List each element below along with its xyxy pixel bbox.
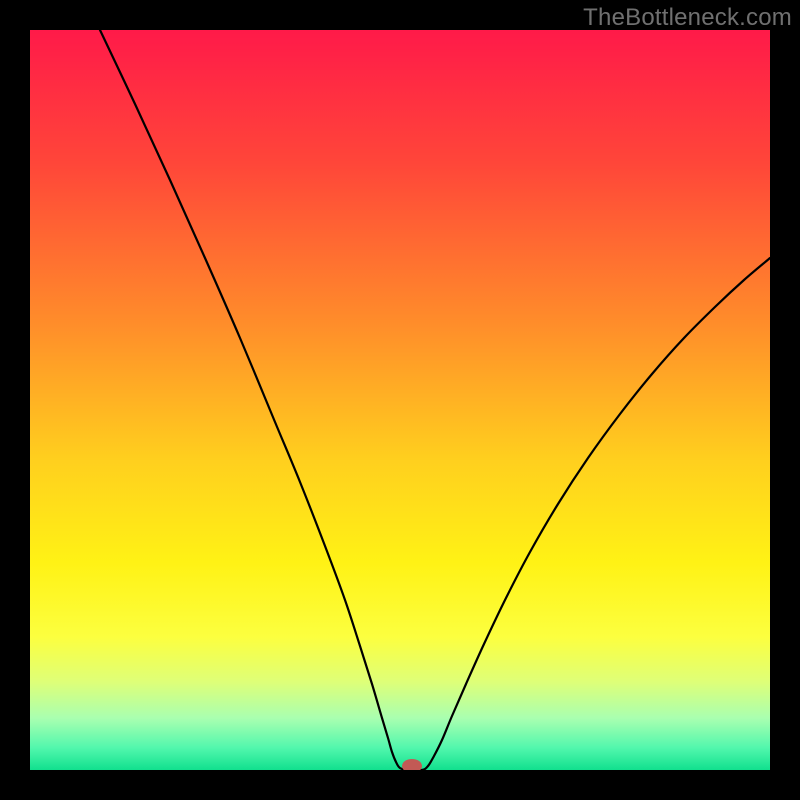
attribution-text: TheBottleneck.com: [583, 4, 792, 32]
chart-frame: [30, 30, 770, 770]
bottleneck-chart: [30, 30, 770, 770]
gradient-background: [30, 30, 770, 770]
